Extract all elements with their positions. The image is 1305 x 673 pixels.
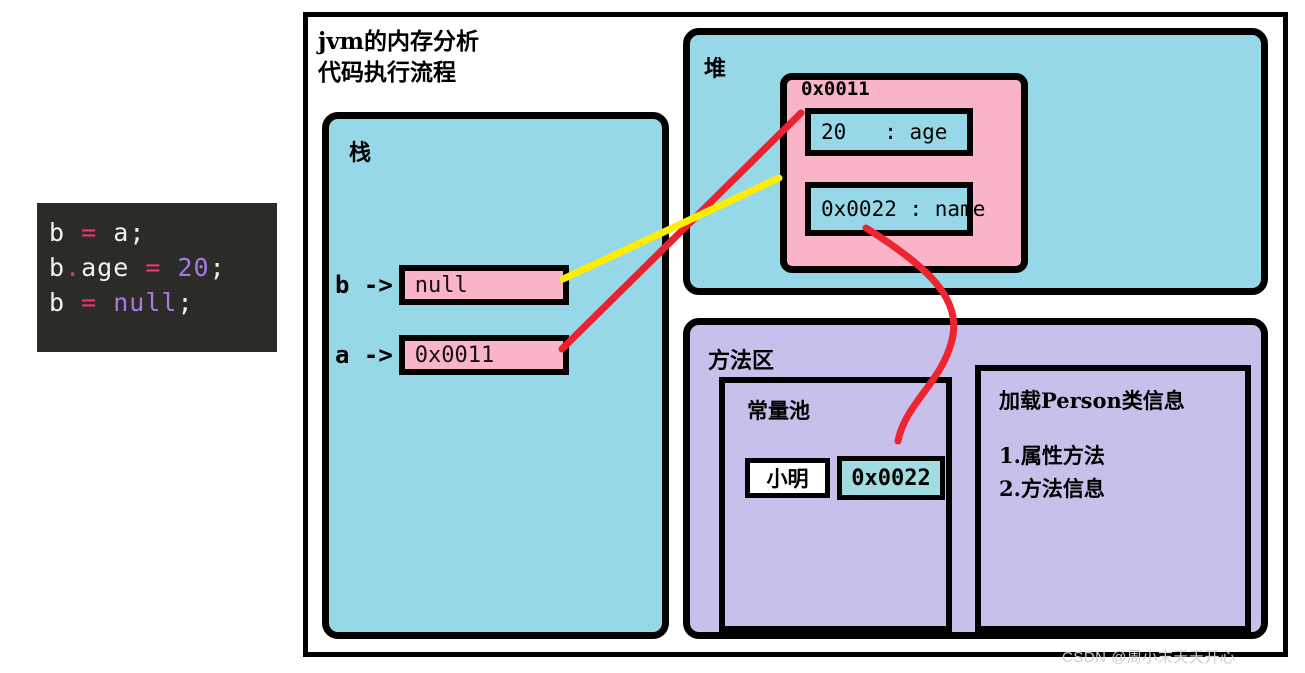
heap-field-name: 0x0022 : name: [805, 182, 985, 236]
heap-object: 0x0011 20 : age 0x0022 : name: [780, 73, 1028, 273]
code-token: ;: [209, 253, 226, 282]
stack-slot-a-box: 0x0011: [398, 335, 569, 375]
csdn-watermark: CSDN @周小末天天开心: [1062, 649, 1236, 666]
code-token: a: [113, 218, 130, 247]
code-token: 20: [177, 253, 210, 282]
diagram-title: jvm的内存分析 代码执行流程: [318, 26, 658, 88]
constant-pool-cell-string: 小明: [745, 458, 830, 498]
heap-field-age: 20 : age: [805, 108, 973, 156]
code-line-3: b = null;: [49, 285, 277, 320]
heap-region: 堆 0x0011 20 : age 0x0022 : name: [683, 28, 1268, 295]
code-token: b: [49, 288, 66, 317]
constant-pool-cell-address: 0x0022: [837, 456, 945, 500]
stack-slot-b-value: null: [414, 272, 468, 298]
code-token: =: [145, 253, 162, 282]
code-token: ;: [129, 218, 146, 247]
stack-slot-b-arrow: b ->: [335, 271, 393, 299]
code-snippet-panel: b = a; b.age = 20; b = null;: [37, 203, 277, 352]
class-info-box: 加载Person类信息 1.属性方法 2.方法信息: [975, 365, 1251, 632]
code-line-1: b = a;: [49, 215, 277, 250]
stack-slot-a: a -> 0x0011: [335, 335, 569, 375]
code-token: b: [49, 218, 66, 247]
heap-label: 堆: [704, 56, 727, 82]
constant-pool-label: 常量池: [747, 398, 810, 423]
constant-pool-box: 常量池 小明 0x0022: [719, 377, 952, 632]
stack-slot-b-box: null: [398, 265, 569, 305]
stack-region: 栈 b -> null a -> 0x0011: [322, 112, 669, 639]
heap-object-address: 0x0011: [801, 78, 870, 100]
code-token: ;: [177, 288, 194, 317]
method-area-region: 方法区 常量池 小明 0x0022 加载Person类信息 1.属性方法 2.方…: [683, 318, 1268, 639]
stack-slot-b: b -> null: [335, 265, 569, 305]
constant-pool-cell-string-text: 小明: [766, 466, 809, 491]
code-line-2: b.age = 20;: [49, 250, 277, 285]
heap-field-name-text: 0x0022 : name: [821, 197, 986, 221]
title-line-1: jvm的内存分析: [318, 28, 480, 55]
stack-label: 栈: [349, 140, 372, 166]
code-token: .: [65, 253, 82, 282]
class-info-item-2: 2.方法信息: [999, 476, 1105, 501]
class-info-item-1: 1.属性方法: [999, 443, 1105, 468]
code-token: age: [81, 253, 130, 282]
code-token: b: [49, 253, 66, 282]
stack-slot-a-value: 0x0011: [414, 342, 495, 368]
constant-pool-cell-address-text: 0x0022: [851, 465, 931, 491]
heap-field-age-text: 20 : age: [821, 120, 948, 144]
method-area-label: 方法区: [708, 348, 775, 374]
code-token: =: [81, 288, 98, 317]
code-token: =: [81, 218, 98, 247]
stack-slot-a-arrow: a ->: [335, 341, 393, 369]
class-info-title: 加载Person类信息: [999, 388, 1185, 413]
diagram-canvas: b = a; b.age = 20; b = null; jvm的内存分析 代码…: [0, 0, 1305, 673]
code-token: null: [113, 288, 178, 317]
title-line-2: 代码执行流程: [318, 59, 456, 86]
